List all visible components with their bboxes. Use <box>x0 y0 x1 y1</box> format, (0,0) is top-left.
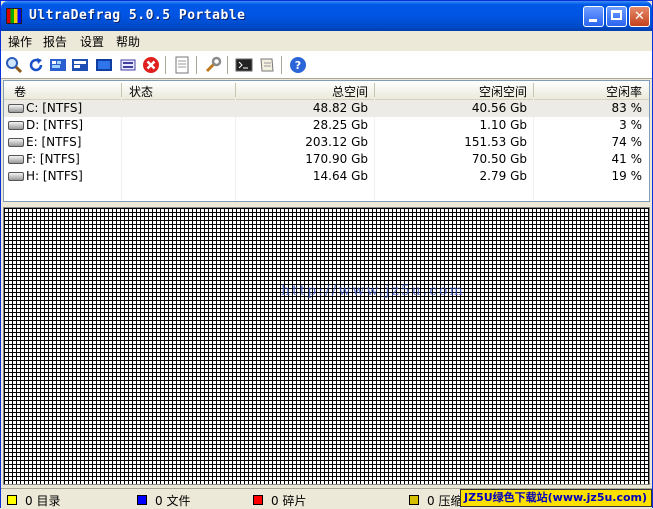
full-optimize-icon[interactable] <box>95 56 113 74</box>
fragment-legend-icon <box>253 495 263 505</box>
status-files: 0 文件 <box>137 492 190 509</box>
volume-free: 1.10 Gb <box>479 118 527 132</box>
search-icon[interactable] <box>5 56 23 74</box>
col-total-space[interactable]: 总空间 <box>236 83 368 100</box>
directory-count: 0 <box>25 494 33 508</box>
fragment-label: 碎片 <box>282 494 307 508</box>
quick-optimize-icon[interactable] <box>71 56 89 74</box>
volume-free-percent: 83 % <box>611 101 643 115</box>
refresh-icon[interactable] <box>27 56 45 74</box>
directory-label: 目录 <box>36 494 61 508</box>
volume-free: 70.50 Gb <box>471 152 527 166</box>
volume-free-percent: 74 % <box>611 135 643 149</box>
column-divider[interactable] <box>121 83 122 97</box>
volume-total: 203.12 Gb <box>305 135 368 149</box>
directory-legend-icon <box>7 495 17 505</box>
volume-row[interactable]: E: [NTFS] 203.12 Gb 151.53 Gb 74 % <box>4 134 649 151</box>
window-title: UltraDefrag 5.0.5 Portable <box>29 8 246 23</box>
hard-drive-icon <box>8 172 24 181</box>
volume-list[interactable]: 卷 状态 总空间 空闲空间 空闲率 C: [NTFS] 48.82 Gb 40.… <box>3 80 650 202</box>
hard-drive-icon <box>8 121 24 130</box>
hard-drive-icon <box>8 138 24 147</box>
menu-bar: 操作 报告 设置 帮助 <box>1 31 652 50</box>
toolbar-separator <box>227 56 228 74</box>
cluster-map[interactable] <box>3 207 650 485</box>
volume-free-percent: 3 % <box>619 118 642 132</box>
svg-text:?: ? <box>295 59 301 72</box>
hard-drive-icon <box>8 155 24 164</box>
volume-total: 28.25 Gb <box>312 118 368 132</box>
volume-free-percent: 41 % <box>611 152 643 166</box>
toolbar: ? <box>1 51 652 79</box>
status-directories: 0 目录 <box>7 492 60 509</box>
volume-free: 40.56 Gb <box>471 101 527 115</box>
settings-icon[interactable] <box>204 56 222 74</box>
volume-row[interactable]: D: [NTFS] 28.25 Gb 1.10 Gb 3 % <box>4 117 649 134</box>
compressed-legend-icon <box>409 495 419 505</box>
volume-name: E: [NTFS] <box>26 135 82 149</box>
compressed-count: 0 <box>427 494 435 508</box>
toolbar-separator <box>165 56 166 74</box>
col-status[interactable]: 状态 <box>129 83 153 100</box>
fragment-count: 0 <box>271 494 279 508</box>
volume-name: F: [NTFS] <box>26 152 80 166</box>
menu-help[interactable]: 帮助 <box>116 33 140 50</box>
watermark-url: http://www.jz5u.com <box>281 283 465 299</box>
menu-settings[interactable]: 设置 <box>80 33 104 50</box>
compressed-label: 压缩 <box>438 494 463 508</box>
maximize-button[interactable] <box>606 6 627 27</box>
minimize-button[interactable] <box>583 6 604 27</box>
volume-row[interactable]: F: [NTFS] 170.90 Gb 70.50 Gb 41 % <box>4 151 649 168</box>
file-legend-icon <box>137 495 147 505</box>
app-window: UltraDefrag 5.0.5 Portable ✕ 操作 报告 设置 帮助 <box>0 0 653 509</box>
watermark-banner: JZ5U绿色下载站(www.jz5u.com) <box>460 489 652 507</box>
mft-optimize-icon[interactable] <box>119 56 137 74</box>
minimize-icon <box>589 19 597 22</box>
close-icon: ✕ <box>634 9 645 24</box>
volume-total: 14.64 Gb <box>312 169 368 183</box>
volume-name: D: [NTFS] <box>26 118 84 132</box>
toolbar-separator <box>281 56 282 74</box>
hard-drive-icon <box>8 104 24 113</box>
stop-icon[interactable] <box>142 56 160 74</box>
ultradefrag-app-icon[interactable] <box>6 8 22 24</box>
volume-row[interactable]: H: [NTFS] 14.64 Gb 2.79 Gb 19 % <box>4 168 649 185</box>
volume-name: H: [NTFS] <box>26 169 83 183</box>
col-free-percent[interactable]: 空闲率 <box>534 83 642 100</box>
volume-total: 170.90 Gb <box>305 152 368 166</box>
boot-time-script-icon[interactable] <box>235 56 253 74</box>
file-label: 文件 <box>166 494 191 508</box>
volume-list-header: 卷 状态 总空间 空闲空间 空闲率 <box>4 81 649 100</box>
status-compressed: 0 压缩 <box>409 492 462 509</box>
defrag-icon[interactable] <box>49 56 67 74</box>
maximize-icon <box>611 10 622 20</box>
col-volume[interactable]: 卷 <box>14 83 26 100</box>
menu-report[interactable]: 报告 <box>43 33 67 50</box>
toolbar-separator <box>196 56 197 74</box>
volume-row[interactable]: C: [NTFS] 48.82 Gb 40.56 Gb 83 % <box>4 100 649 117</box>
col-free-space[interactable]: 空闲空间 <box>375 83 527 100</box>
volume-name: C: [NTFS] <box>26 101 83 115</box>
status-fragments: 0 碎片 <box>253 492 306 509</box>
help-icon[interactable]: ? <box>289 56 307 74</box>
volume-free: 2.79 Gb <box>479 169 527 183</box>
volume-free-percent: 19 % <box>611 169 643 183</box>
menu-action[interactable]: 操作 <box>8 33 32 50</box>
volume-total: 48.82 Gb <box>312 101 368 115</box>
script-editor-icon[interactable] <box>258 56 276 74</box>
report-icon[interactable] <box>173 56 191 74</box>
title-bar[interactable]: UltraDefrag 5.0.5 Portable ✕ <box>1 1 652 31</box>
close-button[interactable]: ✕ <box>629 6 650 27</box>
file-count: 0 <box>155 494 163 508</box>
volume-free: 151.53 Gb <box>464 135 527 149</box>
